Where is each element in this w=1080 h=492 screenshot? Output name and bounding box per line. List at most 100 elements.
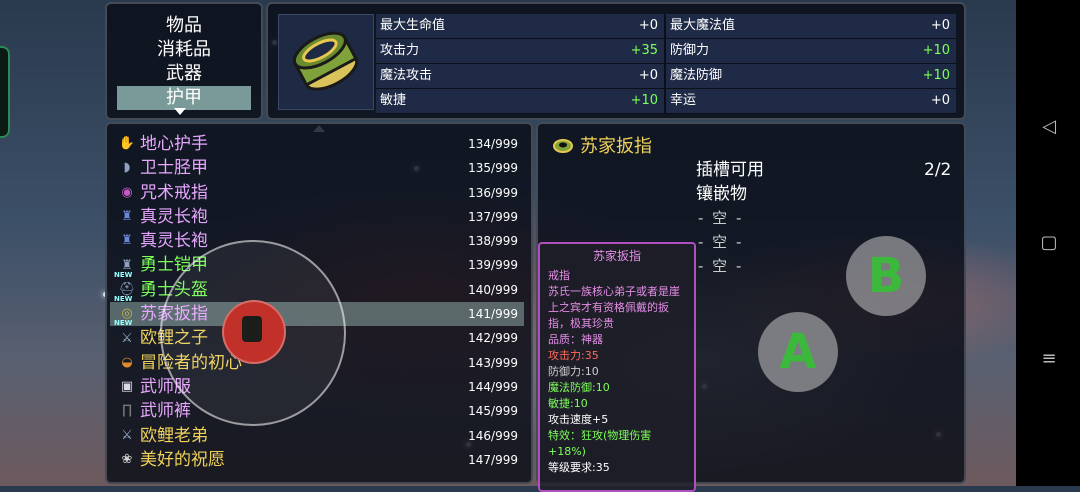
tooltip-line: 品质：神器 (548, 333, 603, 346)
stat-row: 攻击力 +35 防御力 +10 (376, 39, 956, 64)
item-count: 144/999 (468, 379, 518, 394)
menu-icon[interactable]: ≡ (1038, 348, 1060, 370)
stat-cell: 攻击力 +35 (376, 39, 666, 63)
thumb-ring-icon (553, 139, 573, 153)
uniform-icon: ▣ (120, 379, 134, 395)
item-name: 卫士胫甲 (140, 158, 208, 179)
item-count: 136/999 (468, 185, 518, 200)
item-name: 真灵长袍 (140, 231, 208, 252)
stat-value: +0 (930, 93, 950, 108)
tooltip-line: 苏氏一族核心弟子或者是崖上之宾才有资格佩戴的扳指，极其珍贵 (548, 285, 680, 330)
stat-cell: 防御力 +10 (666, 39, 956, 63)
item-count: 147/999 (468, 452, 518, 467)
stat-row: 最大生命值 +0 最大魔法值 +0 (376, 14, 956, 39)
list-item[interactable]: ❀ 美好的祝愿 147/999 (110, 448, 524, 472)
stat-value: +10 (922, 68, 950, 83)
charm-icon: ❀ (121, 452, 133, 467)
slot-count: 2/2 (924, 160, 952, 180)
stat-label: 幸运 (670, 93, 697, 108)
tooltip-lines: 戒指苏氏一族核心弟子或者是崖上之宾才有资格佩戴的扳指，极其珍贵品质：神器攻击力:… (548, 268, 686, 476)
stat-label: 最大生命值 (380, 18, 446, 33)
stat-label: 攻击力 (380, 43, 420, 58)
tooltip-line: 防御力:10 (548, 365, 599, 378)
stat-row: 魔法攻击 +0 魔法防御 +10 (376, 64, 956, 89)
sword-icon: ⚔ (121, 427, 133, 443)
list-item[interactable]: ◉ 咒术戒指 136/999 (110, 181, 524, 205)
tooltip-line: 魔法防御:10 (548, 381, 610, 394)
stat-label: 魔法攻击 (380, 68, 433, 83)
tooltip-title: 苏家扳指 (592, 249, 641, 263)
stat-value: +10 (922, 43, 950, 58)
phone-edge-indicator (0, 46, 10, 138)
item-count: 140/999 (468, 282, 518, 297)
stat-label: 魔法防御 (670, 68, 723, 83)
category-items[interactable]: 物品 (107, 14, 261, 38)
stat-value: +0 (638, 18, 658, 33)
category-weapons[interactable]: 武器 (107, 62, 261, 86)
inlay-label: 镶嵌物 (696, 184, 747, 204)
system-nav-bar: ◁ ▢ ≡ (1016, 0, 1080, 486)
list-item[interactable]: ✋ 地心护手 134/999 (110, 132, 524, 156)
empty-slot[interactable]: - 空 - (696, 230, 764, 254)
back-icon[interactable]: ◁ (1038, 116, 1060, 138)
stat-cell: 敏捷 +10 (376, 89, 666, 113)
bowl-icon: ◒ (121, 354, 133, 370)
list-item[interactable]: ◗ 卫士胫甲 135/999 (110, 156, 524, 180)
item-count: 141/999 (468, 307, 518, 322)
category-armor[interactable]: 护甲 (117, 86, 251, 110)
sword-icon: ⚔ (121, 330, 133, 346)
item-count: 135/999 (468, 161, 518, 176)
stat-cell: 最大生命值 +0 (376, 14, 666, 38)
item-name: 欧鲤老弟 (140, 425, 208, 446)
robe-icon: ♜ (121, 209, 133, 225)
pants-icon: ∏ (122, 403, 132, 419)
tooltip-line: 攻击力:35 (548, 349, 599, 362)
empty-slot[interactable]: - 空 - (696, 206, 764, 230)
tooltip-line: 攻击速度+5 (548, 413, 609, 426)
item-count: 145/999 (468, 404, 518, 419)
home-icon[interactable]: ▢ (1038, 232, 1060, 254)
list-item[interactable]: ♜ 真灵长袍 137/999 (110, 205, 524, 229)
item-count: 137/999 (468, 209, 518, 224)
item-name: 地心护手 (140, 134, 208, 154)
item-count: 138/999 (468, 234, 518, 249)
detail-title: 苏家扳指 (552, 132, 652, 158)
chevron-down-icon (174, 108, 186, 115)
ring-icon: ◉ (121, 184, 133, 200)
item-count: 142/999 (468, 331, 518, 346)
item-count: 143/999 (468, 355, 518, 370)
thumb-ring-icon: ◎ NEW (114, 305, 138, 327)
list-item[interactable]: ♜ 真灵长袍 138/999 (110, 229, 524, 253)
slot-info: 插槽可用 镶嵌物 - 空 - - 空 - - 空 - (696, 158, 764, 278)
stat-label: 最大魔法值 (670, 18, 736, 33)
joystick-knob-center (242, 316, 262, 342)
item-count: 134/999 (468, 137, 518, 151)
stat-cell: 魔法防御 +10 (666, 64, 956, 88)
detail-item-name: 苏家扳指 (580, 136, 652, 157)
tooltip-line: 敏捷:10 (548, 397, 588, 410)
stat-cell: 最大魔法值 +0 (666, 14, 956, 38)
empty-slot[interactable]: - 空 - (696, 254, 764, 278)
slot-available-label: 插槽可用 (696, 160, 764, 180)
b-button[interactable]: B (846, 236, 926, 316)
item-name: 真灵长袍 (140, 206, 208, 227)
stat-label: 防御力 (670, 43, 710, 58)
list-item[interactable]: ∏ 武师裤 145/999 (110, 399, 524, 423)
item-name: 咒术戒指 (140, 182, 208, 203)
stat-label: 敏捷 (380, 93, 407, 108)
stat-cell: 魔法攻击 +0 (376, 64, 666, 88)
tooltip-line: 等级要求:35 (548, 461, 610, 474)
stat-row: 敏捷 +10 幸运 +0 (376, 89, 956, 114)
tooltip-line: 特效：狂攻(物理伤害+18%) (548, 429, 652, 458)
item-name: 美好的祝愿 (140, 449, 225, 470)
stat-value: +0 (638, 68, 658, 83)
item-tooltip: 苏家扳指 戒指苏氏一族核心弟子或者是崖上之宾才有资格佩戴的扳指，极其珍贵品质：神… (538, 242, 696, 492)
list-item[interactable]: ⚔ 欧鲤老弟 146/999 (110, 424, 524, 448)
helmet-icon: ⛑ NEW (114, 281, 138, 303)
item-count: 146/999 (468, 428, 518, 443)
armor-icon: ♜ NEW (114, 257, 138, 279)
category-consumables[interactable]: 消耗品 (107, 38, 261, 62)
a-button[interactable]: A (758, 312, 838, 392)
category-panel: 物品 消耗品 武器 护甲 (105, 2, 263, 120)
tooltip-line: 戒指 (548, 269, 570, 282)
